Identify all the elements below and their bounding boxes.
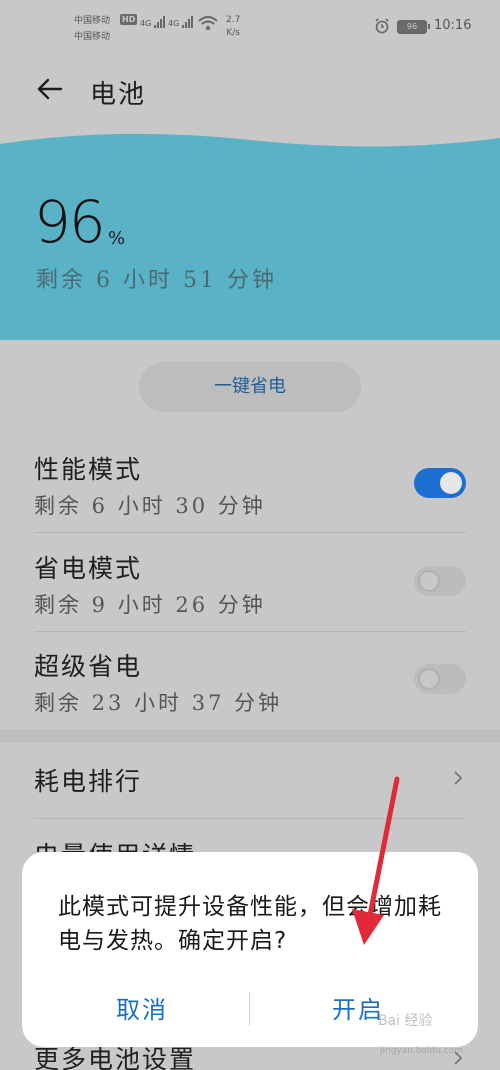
mode-title: 性能模式 [34, 455, 143, 484]
cancel-button[interactable]: 取消 [42, 988, 242, 1032]
dialog-button-separator [249, 992, 250, 1026]
power-save-mode-toggle[interactable] [414, 566, 466, 596]
status-bar: 中国移动 HD 中国移动 4G 4G 2.7 K/s 96 10:16 [0, 0, 500, 50]
carrier-label-2: 中国移动 [74, 32, 111, 42]
app-header: 电池 [0, 60, 500, 120]
battery-summary-panel: 96 % 剩余 6 小时 51 分钟 [0, 128, 500, 340]
clock: 10:16 [434, 18, 472, 33]
network-type-label: 4G [140, 19, 152, 28]
one-key-power-save-button[interactable]: 一键省电 [139, 362, 361, 412]
hd-badge: HD [120, 14, 138, 25]
carrier-label: 中国移动 [74, 16, 111, 26]
alarm-icon [374, 18, 390, 37]
battery-icon: 96 [397, 20, 430, 34]
mode-remaining: 剩余 6 小时 30 分钟 [34, 494, 266, 518]
divider [34, 532, 466, 533]
signal-icon: 4G [140, 16, 166, 28]
performance-mode-toggle[interactable] [414, 468, 466, 498]
power-save-mode-row[interactable]: 省电模式 剩余 9 小时 26 分钟 [34, 549, 466, 619]
network-speed: 2.7 K/s [226, 14, 240, 40]
speed-unit: K/s [226, 28, 240, 38]
back-arrow-icon[interactable] [34, 74, 64, 104]
section-divider [0, 730, 500, 742]
mode-remaining: 剩余 23 小时 37 分钟 [34, 691, 283, 715]
speed-value: 2.7 [226, 15, 241, 25]
super-power-save-row[interactable]: 超级省电 剩余 23 小时 37 分钟 [34, 647, 466, 717]
battery-percent: 96 [34, 188, 106, 256]
mode-title: 省电模式 [34, 554, 143, 583]
page-title: 电池 [90, 80, 147, 110]
network-type-label-2: 4G [168, 19, 180, 28]
baidu-watermark: Bai 经验 [378, 1013, 433, 1029]
signal-icon-2: 4G [168, 16, 194, 28]
annotation-arrow-icon [352, 776, 400, 945]
performance-mode-row[interactable]: 性能模式 剩余 6 小时 30 分钟 [34, 450, 466, 520]
watermark-url: jingyan.baidu.com [380, 1046, 464, 1056]
wifi-icon [198, 16, 218, 35]
remaining-time: 剩余 6 小时 51 分钟 [36, 268, 277, 293]
divider [34, 631, 466, 632]
mode-title: 超级省电 [34, 652, 143, 681]
chevron-right-icon [454, 771, 463, 785]
percent-sign: % [108, 228, 126, 249]
mode-remaining: 剩余 9 小时 26 分钟 [34, 593, 266, 617]
super-power-save-toggle[interactable] [414, 664, 466, 694]
